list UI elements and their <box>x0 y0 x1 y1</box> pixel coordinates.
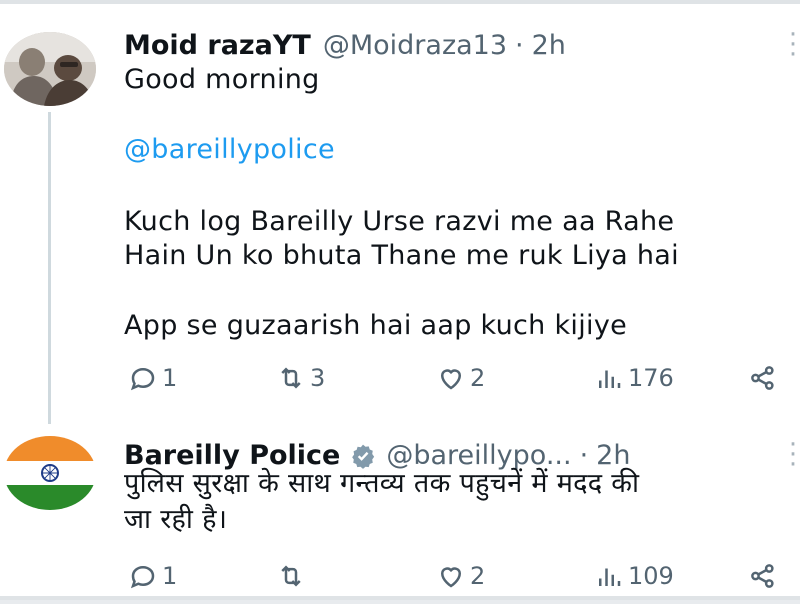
repost-button[interactable] <box>276 558 310 594</box>
tweet-text-line: पुलिस सुरक्षा के साथ गन्तव्य तक पहुचनें … <box>124 468 640 499</box>
views-count: 176 <box>628 364 674 392</box>
tweet-text-line: Hain Un ko bhuta Thane me ruk Liya hai <box>124 240 679 271</box>
share-button[interactable] <box>748 558 778 594</box>
timestamp[interactable]: 2h <box>532 28 566 64</box>
views-icon <box>599 568 621 586</box>
tweet[interactable]: Moid razaYT @Moidraza13 · 2h · · · Good mo… <box>0 4 800 424</box>
tweet-header: Moid razaYT @Moidraza13 · 2h <box>124 28 566 64</box>
like-icon <box>440 369 462 390</box>
more-icon[interactable]: · · · <box>786 22 800 68</box>
repost-count: 3 <box>310 364 326 392</box>
avatar[interactable] <box>4 436 96 510</box>
views-icon <box>599 370 621 388</box>
separator-dot: · <box>515 30 524 61</box>
reply-icon <box>130 367 155 391</box>
timeline: Moid razaYT @Moidraza13 · 2h · · · Good mo… <box>0 0 800 600</box>
reply-button[interactable]: 1 <box>128 558 177 594</box>
views-button[interactable]: 176 <box>594 360 674 396</box>
tweet-text-line: जा रही है। <box>124 504 228 535</box>
share-button[interactable] <box>748 360 778 396</box>
tweet[interactable]: Bareilly Police @bareillypo... · 2h · · · … <box>0 418 800 604</box>
more-icon[interactable]: · · · <box>786 432 800 478</box>
reply-icon <box>130 565 155 589</box>
repost-button[interactable]: 3 <box>276 360 325 396</box>
share-icon <box>751 564 774 588</box>
views-count: 109 <box>628 562 674 590</box>
action-bar: 1 2 109 <box>124 558 800 594</box>
like-button[interactable]: 2 <box>436 558 485 594</box>
tweet-text-line: Good morning <box>124 64 320 95</box>
repost-icon <box>281 367 301 389</box>
tweet-text-line: App se guzaarish hai aap kuch kijiye <box>124 310 628 341</box>
share-icon <box>751 366 774 390</box>
like-count: 2 <box>470 562 486 590</box>
like-count: 2 <box>470 364 486 392</box>
views-button[interactable]: 109 <box>594 558 674 594</box>
tweet-text-line: Kuch log Bareilly Urse razvi me aa Rahe <box>124 206 675 237</box>
thread-line <box>48 112 51 424</box>
reply-count: 1 <box>162 364 178 392</box>
like-button[interactable]: 2 <box>436 360 485 396</box>
display-name[interactable]: Moid razaYT <box>124 28 311 64</box>
like-icon <box>440 567 462 588</box>
repost-icon <box>281 565 301 587</box>
avatar[interactable] <box>4 32 96 106</box>
reply-button[interactable]: 1 <box>128 360 177 396</box>
mention-link[interactable]: @bareillypolice <box>124 132 335 168</box>
action-bar: 1 3 2 176 <box>124 360 800 396</box>
handle[interactable]: @Moidraza13 <box>323 28 507 64</box>
reply-count: 1 <box>162 562 178 590</box>
